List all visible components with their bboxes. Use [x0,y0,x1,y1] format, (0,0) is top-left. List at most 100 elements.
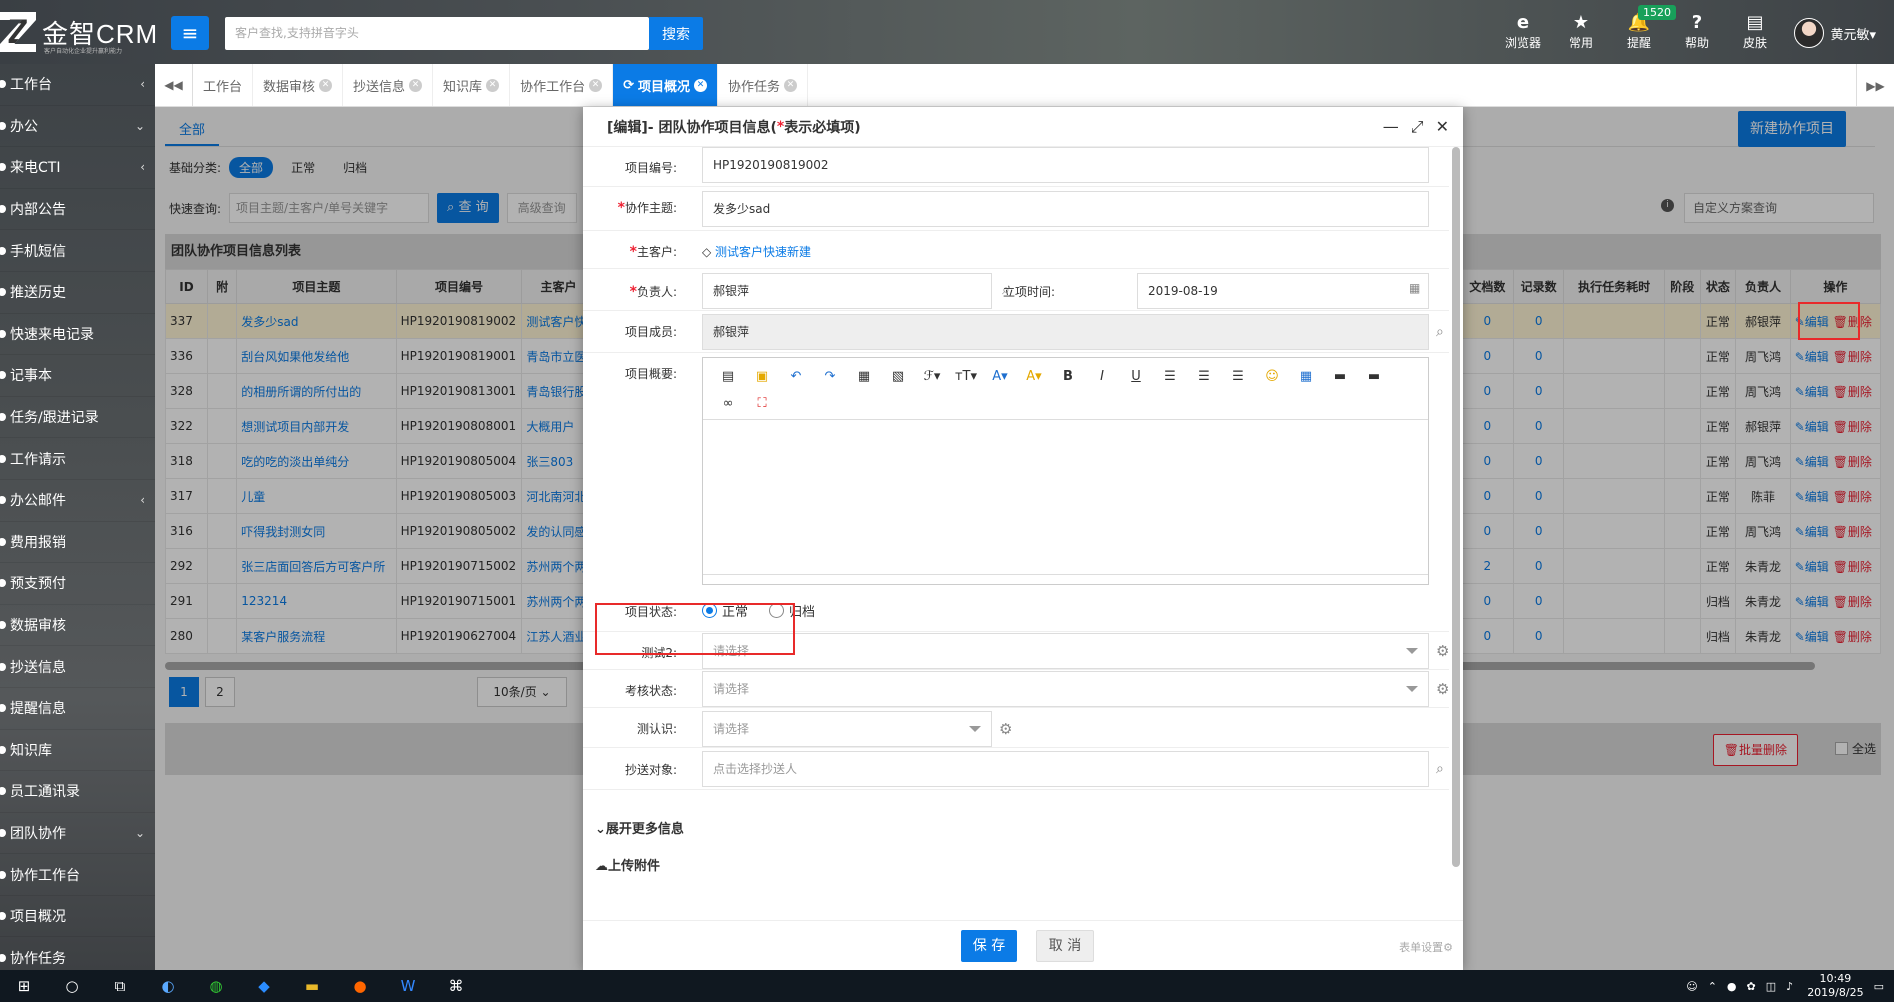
sidebar-item[interactable]: 工作台 ‹ [0,64,155,106]
sidebar-item[interactable]: 项目概况 [0,896,155,938]
customer-search-input[interactable]: 客户查找,支持拼音字头 [225,17,649,50]
align-left-icon[interactable]: ☰ [1153,364,1187,388]
sidebar-item[interactable]: 员工通讯录 [0,771,155,813]
volume-icon[interactable]: ♪ [1786,980,1793,993]
windows-start-icon[interactable]: ⊞ [0,970,48,1002]
editor-resize-handle[interactable] [703,574,1428,582]
sidebar-item[interactable]: 工作请示 [0,438,155,480]
table-icon[interactable]: ▦ [1289,364,1323,388]
owner-input[interactable]: 郝银萍 [702,273,992,309]
top-icon-4[interactable]: ▤ 皮肤 [1726,12,1784,51]
sidebar-item[interactable]: 推送历史 [0,272,155,314]
firefox-icon[interactable]: ● [336,970,384,1002]
review-select[interactable]: 请选择 [702,671,1429,707]
customer-link[interactable]: ◇ 测试客户快速新建 [702,243,811,260]
save-button[interactable]: 保 存 [961,930,1017,962]
gear-icon[interactable]: ⚙ [999,720,1012,738]
tray-app-icon[interactable]: ✿ [1747,980,1756,993]
expand-more-toggle[interactable]: ⌄展开更多信息 [595,818,684,837]
sidebar-item[interactable]: 费用报销 [0,522,155,564]
tab-item[interactable]: 工作台 [193,64,254,106]
sidebar-item[interactable]: 知识库 [0,730,155,772]
align-right-icon[interactable]: ☰ [1221,364,1255,388]
clock[interactable]: 10:49 2019/8/25 [1807,972,1863,1000]
tab-scroll-right-icon[interactable]: ▶▶ [1856,64,1894,107]
image-icon[interactable]: ▬ [1323,364,1357,388]
media-icon[interactable]: ▬ [1357,364,1391,388]
tray-up-icon[interactable]: ⌃ [1708,980,1717,993]
notification-icon[interactable]: ▭ [1874,980,1884,993]
tab-item[interactable]: 协作任务 ✕ [718,64,809,106]
members-input[interactable]: 郝银萍 [702,314,1429,350]
font-family-icon[interactable]: ℱ▾ [915,364,949,388]
feishu-icon[interactable]: ◆ [240,970,288,1002]
date-input[interactable]: 2019-08-19 [1137,273,1429,309]
italic-icon[interactable]: I [1085,364,1119,388]
close-icon[interactable]: ✕ [319,78,333,92]
underline-icon[interactable]: U [1119,364,1153,388]
bold-icon[interactable]: B [1051,364,1085,388]
cc-search-icon[interactable]: ⌕ [1436,761,1444,777]
top-icon-0[interactable]: e 浏览器 [1494,12,1552,51]
subject-input[interactable]: 发多少sad [702,191,1429,227]
cancel-button[interactable]: 取 消 [1036,930,1094,962]
app-s-icon[interactable]: ◐ [144,970,192,1002]
sidebar-item[interactable]: 协作工作台 [0,854,155,896]
sidebar-item[interactable]: 办公 ⌄ [0,106,155,148]
tab-scroll-left-icon[interactable]: ◀◀ [155,64,193,106]
sidebar-item[interactable]: 团队协作 ⌄ [0,813,155,855]
form-settings-link[interactable]: 表单设置⚙ [1399,939,1453,955]
sidebar-item[interactable]: 提醒信息 [0,688,155,730]
tab-item[interactable]: 知识库 ✕ [433,64,511,106]
gear-icon[interactable]: ⚙ [1436,680,1449,698]
paste-text-icon[interactable]: ▧ [881,364,915,388]
font-color-icon[interactable]: A▾ [983,364,1017,388]
gear-icon[interactable]: ⚙ [1436,642,1449,660]
tab-item[interactable]: ⟳ 项目概况 ✕ [613,64,718,106]
undo-icon[interactable]: ↶ [779,364,813,388]
cortana-icon[interactable]: ○ [48,970,96,1002]
wps-icon[interactable]: W [384,970,432,1002]
search-button[interactable]: 搜索 [649,17,703,50]
sidebar-item[interactable]: 来电CTI ‹ [0,147,155,189]
tray-firefox-icon[interactable]: ● [1727,980,1737,993]
cc-input[interactable]: 点击选择抄送人 [702,751,1429,787]
sidebar-item[interactable]: 抄送信息 [0,646,155,688]
editor-content[interactable] [703,420,1428,570]
menu-toggle-button[interactable]: ≡ [171,16,209,50]
close-icon[interactable]: ✕ [784,78,798,92]
link-icon[interactable]: ∞ [711,392,745,416]
network-app-icon[interactable]: ⌘ [432,970,480,1002]
task-view-icon[interactable]: ⧉ [96,970,144,1002]
top-icon-3[interactable]: ? 帮助 [1668,12,1726,51]
close-icon[interactable]: ✕ [589,78,603,92]
close-icon[interactable]: ✕ [694,78,707,92]
code-input[interactable]: HP1920190819002 [702,147,1429,183]
highlight-icon[interactable]: A▾ [1017,364,1051,388]
tab-item[interactable]: 抄送信息 ✕ [343,64,434,106]
redo-icon[interactable]: ↷ [813,364,847,388]
top-icon-1[interactable]: ★ 常用 [1552,12,1610,51]
app-logo[interactable]: Z 金智CRM 客户自动化企业提升赢利能力 [0,10,158,55]
know-select[interactable]: 请选择 [702,711,992,747]
people-icon[interactable]: ☺ [1686,980,1697,993]
minimize-icon[interactable]: — [1383,117,1399,137]
close-icon[interactable]: ✕ [409,78,423,92]
sidebar-item[interactable]: 数据审核 [0,605,155,647]
refresh-icon[interactable]: ⟳ [623,78,634,93]
sidebar-item[interactable]: 预支预付 [0,563,155,605]
font-size-icon[interactable]: ᴛT▾ [949,364,983,388]
top-icon-2[interactable]: 🔔 提醒 1520 [1610,5,1676,51]
template-icon[interactable]: ▣ [745,364,779,388]
test2-select[interactable]: 请选择 [702,633,1429,669]
sidebar-item[interactable]: 手机短信 [0,230,155,272]
sidebar-item[interactable]: 任务/跟进记录 [0,397,155,439]
folder-icon[interactable]: ▬ [288,970,336,1002]
user-menu[interactable]: 黄元敏▾ [1794,18,1876,48]
sidebar-item[interactable]: 内部公告 [0,189,155,231]
maximize-icon[interactable]: ⤢ [1411,117,1424,137]
members-search-icon[interactable]: ⌕ [1436,324,1444,340]
sidebar-item[interactable]: 记事本 [0,355,155,397]
dialog-scrollbar[interactable] [1452,147,1460,867]
sidebar-item[interactable]: 办公邮件 ‹ [0,480,155,522]
